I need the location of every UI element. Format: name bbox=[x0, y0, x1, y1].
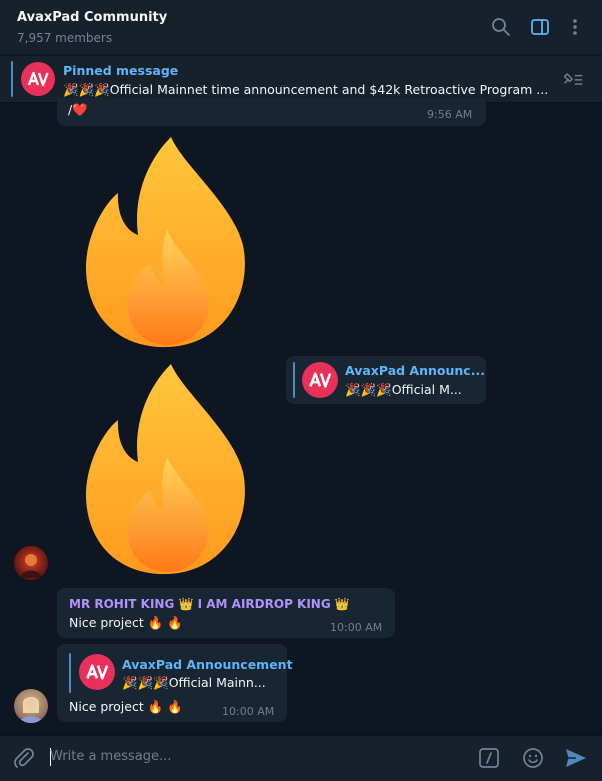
fire-sticker[interactable] bbox=[83, 135, 253, 354]
pinned-text: 🎉🎉🎉Official Mainnet time announcement an… bbox=[63, 82, 549, 97]
message-input[interactable]: Write a message... bbox=[50, 749, 171, 764]
avaxpad-logo-icon bbox=[79, 654, 115, 694]
message-text: Nice project 🔥 🔥 bbox=[69, 699, 183, 714]
avaxpad-logo-icon bbox=[21, 62, 55, 100]
search-icon[interactable] bbox=[490, 16, 512, 38]
user-avatar[interactable] bbox=[14, 689, 48, 723]
message-text: Nice project 🔥 🔥 bbox=[69, 615, 183, 630]
pinned-accent-bar bbox=[11, 61, 13, 97]
reply-title: AvaxPad Announc... bbox=[345, 363, 485, 378]
fire-sticker[interactable] bbox=[83, 362, 253, 581]
message-text: /❤️ bbox=[68, 102, 88, 117]
emoji-icon[interactable] bbox=[521, 746, 545, 770]
message-time: 10:00 AM bbox=[222, 705, 275, 718]
attach-icon[interactable] bbox=[12, 746, 36, 770]
message-time: 10:00 AM bbox=[330, 621, 383, 634]
chat-title[interactable]: AvaxPad Community bbox=[17, 10, 167, 25]
message-input-bar[interactable]: Write a message... bbox=[0, 735, 602, 781]
message-bubble[interactable]: MR ROHIT KING 👑 I AM AIRDROP KING 👑 Nice… bbox=[57, 588, 395, 638]
send-icon[interactable] bbox=[563, 745, 589, 771]
message-bubble[interactable]: /❤️ 9:56 AM bbox=[57, 98, 486, 126]
reply-accent-bar bbox=[69, 653, 71, 693]
reply-title[interactable]: AvaxPad Announcement bbox=[122, 657, 293, 672]
message-bubble[interactable]: AvaxPad Announcement 🎉🎉🎉Official Mainn..… bbox=[57, 644, 293, 722]
unpin-list-icon[interactable] bbox=[562, 68, 584, 90]
reply-preview-bubble[interactable]: AvaxPad Announc... 🎉🎉🎉Official M... bbox=[286, 356, 486, 404]
user-avatar[interactable] bbox=[14, 546, 48, 580]
bot-commands-icon[interactable] bbox=[477, 746, 501, 770]
sidebar-toggle-icon[interactable] bbox=[529, 16, 551, 38]
reply-text: 🎉🎉🎉Official Mainn... bbox=[122, 675, 266, 690]
chat-header[interactable]: AvaxPad Community 7,957 members bbox=[0, 0, 602, 55]
member-count: 7,957 members bbox=[17, 31, 113, 45]
message-time: 9:56 AM bbox=[427, 108, 473, 121]
pinned-message-bar[interactable]: Pinned message 🎉🎉🎉Official Mainnet time … bbox=[0, 56, 602, 103]
more-menu-icon[interactable] bbox=[564, 16, 586, 38]
reply-text: 🎉🎉🎉Official M... bbox=[345, 382, 462, 397]
pinned-label: Pinned message bbox=[63, 63, 179, 78]
avaxpad-logo-icon bbox=[302, 362, 338, 402]
reply-accent-bar bbox=[293, 362, 295, 398]
sender-name[interactable]: MR ROHIT KING 👑 I AM AIRDROP KING 👑 bbox=[69, 597, 350, 611]
